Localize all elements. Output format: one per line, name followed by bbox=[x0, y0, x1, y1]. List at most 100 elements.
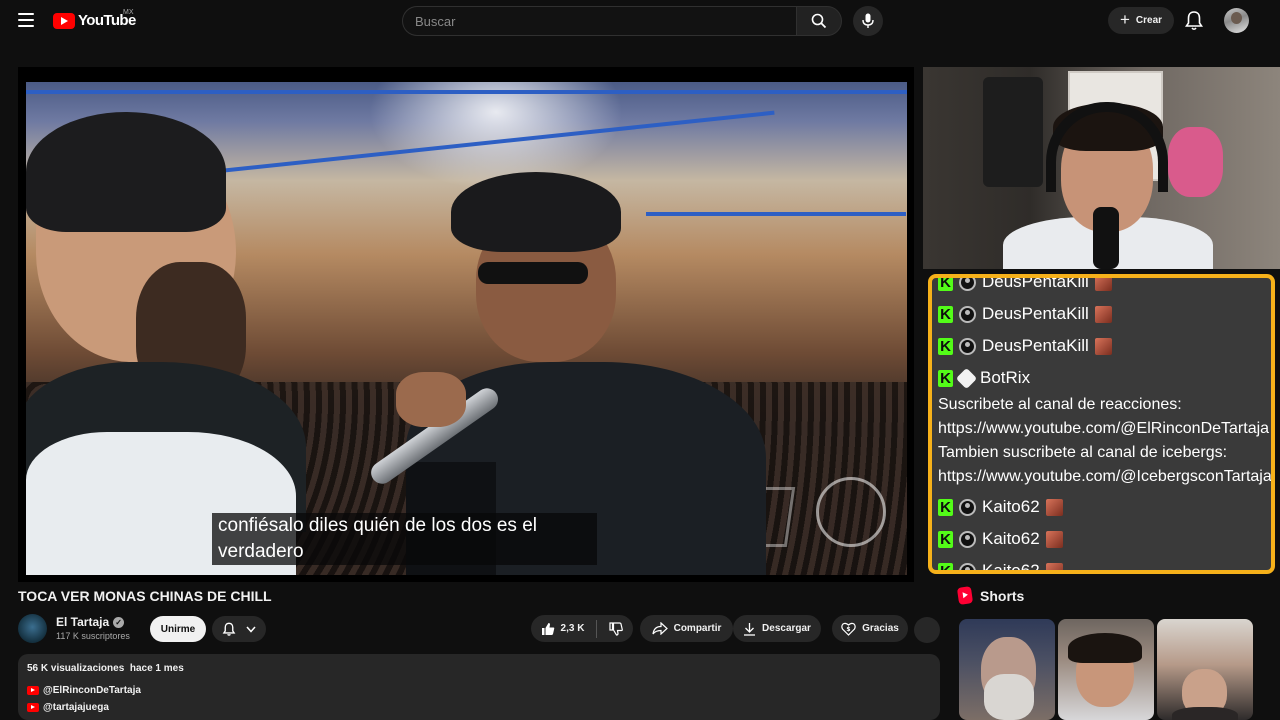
thanks-heart-icon: $ bbox=[841, 622, 856, 636]
download-button[interactable]: Descargar bbox=[733, 615, 821, 642]
user-icon bbox=[959, 498, 976, 516]
link-text[interactable]: @tartajajuega bbox=[43, 702, 109, 713]
share-icon bbox=[651, 622, 668, 635]
bot-message-line: https://www.youtube.com/@ElRinconDeTarta… bbox=[938, 420, 1270, 437]
bot-message-line: Suscribete al canal de reacciones: bbox=[938, 396, 1182, 413]
chat-username: DeusPentaKill bbox=[982, 336, 1089, 355]
chat-message: K BotRix bbox=[938, 362, 1271, 394]
search-box bbox=[402, 6, 796, 36]
youtube-icon bbox=[27, 686, 39, 695]
description-box[interactable]: 56 K visualizaciones hace 1 mes @ElRinco… bbox=[18, 654, 940, 720]
svg-text:$: $ bbox=[847, 626, 851, 633]
share-button[interactable]: Compartir bbox=[640, 615, 733, 642]
chevron-down-icon bbox=[246, 626, 256, 633]
verified-check-icon: ✓ bbox=[113, 616, 125, 628]
kick-icon: K bbox=[938, 305, 953, 323]
top-bar: YouTube MX + Crear bbox=[0, 0, 1280, 44]
search-button[interactable] bbox=[796, 6, 842, 36]
view-stats: 56 K visualizaciones hace 1 mes bbox=[27, 663, 931, 674]
emote-icon bbox=[1045, 562, 1063, 570]
subscription-bell-button[interactable] bbox=[212, 616, 266, 642]
thumbs-up-icon[interactable] bbox=[541, 622, 555, 636]
user-icon bbox=[959, 305, 976, 323]
bell-icon bbox=[222, 622, 236, 636]
share-label: Compartir bbox=[673, 623, 722, 634]
country-code: MX bbox=[123, 9, 134, 16]
chat-username: Kaito62 bbox=[982, 561, 1040, 574]
chat-message: K Kaito62 bbox=[938, 555, 1271, 574]
thanks-label: Gracias bbox=[862, 623, 899, 634]
description-link[interactable]: @ElRinconDeTartaja bbox=[27, 682, 931, 699]
kick-icon: K bbox=[938, 278, 953, 291]
chat-message: K DeusPentaKill bbox=[938, 274, 1271, 298]
short-thumbnail[interactable] bbox=[1058, 619, 1154, 720]
emote-icon bbox=[1094, 305, 1112, 323]
kick-icon: K bbox=[938, 369, 953, 387]
divider bbox=[596, 619, 598, 638]
hand bbox=[396, 372, 466, 427]
menu-icon[interactable] bbox=[18, 13, 34, 27]
channel-name[interactable]: El Tartaja bbox=[56, 615, 109, 629]
user-avatar[interactable] bbox=[1224, 8, 1249, 33]
notifications-bell-icon[interactable] bbox=[1184, 10, 1204, 32]
left-rapper bbox=[26, 102, 326, 575]
video-subtitle: confiésalo diles quién de los dos es el … bbox=[212, 513, 597, 565]
microphone-icon bbox=[862, 13, 874, 28]
search-icon bbox=[811, 13, 827, 29]
chat-username: DeusPentaKill bbox=[982, 304, 1089, 323]
bot-icon bbox=[955, 367, 978, 389]
emote-icon bbox=[1094, 278, 1112, 291]
kick-icon: K bbox=[938, 562, 953, 570]
shorts-title: Shorts bbox=[980, 587, 1025, 604]
kick-icon: K bbox=[938, 498, 953, 516]
chat-username: BotRix bbox=[980, 368, 1031, 387]
create-label: Crear bbox=[1135, 15, 1163, 26]
emote-icon bbox=[1045, 530, 1063, 548]
bot-message-line: https://www.youtube.com/@IcebergsconTart… bbox=[938, 468, 1272, 485]
emote-icon bbox=[1045, 498, 1063, 516]
link-text[interactable]: @ElRinconDeTartaja bbox=[43, 685, 141, 696]
download-label: Descargar bbox=[762, 623, 811, 634]
bot-message-line: Tambien suscribete al canal de icebergs: bbox=[938, 444, 1228, 461]
download-icon bbox=[744, 622, 756, 636]
subscriber-count: 117 K suscriptores bbox=[56, 631, 130, 641]
short-thumbnail[interactable] bbox=[1157, 619, 1253, 720]
plus-icon: + bbox=[1119, 10, 1130, 29]
thumbs-down-icon[interactable] bbox=[609, 621, 624, 636]
kick-icon: K bbox=[938, 337, 953, 355]
view-count: 56 K visualizaciones bbox=[27, 663, 125, 674]
stage-truss bbox=[26, 90, 907, 94]
thanks-button[interactable]: $ Gracias bbox=[832, 615, 908, 642]
video-title: TOCA VER MONAS CHINAS DE CHILL bbox=[18, 588, 272, 604]
chat-message: K DeusPentaKill bbox=[938, 330, 1271, 362]
user-icon bbox=[959, 337, 976, 355]
youtube-icon bbox=[27, 703, 39, 712]
like-dislike-group: 2,3 K bbox=[531, 615, 633, 642]
battle-logo-watermark bbox=[816, 477, 886, 547]
voice-search-button[interactable] bbox=[853, 6, 883, 36]
chat-username: Kaito62 bbox=[982, 529, 1040, 548]
streamer-facecam bbox=[923, 67, 1280, 269]
channel-name-row[interactable]: El Tartaja ✓ bbox=[56, 615, 125, 629]
like-count[interactable]: 2,3 K bbox=[561, 623, 585, 634]
description-link[interactable]: @tartajajuega bbox=[27, 699, 931, 716]
kick-icon: K bbox=[938, 530, 953, 548]
emote-icon bbox=[1094, 337, 1112, 355]
short-thumbnail[interactable] bbox=[959, 619, 1055, 720]
video-frame[interactable] bbox=[26, 82, 907, 575]
more-actions-button[interactable] bbox=[914, 617, 940, 643]
chat-overlay: K DeusPentaKill K DeusPentaKill K DeusPe… bbox=[928, 274, 1275, 574]
create-button[interactable]: + Crear bbox=[1108, 7, 1174, 34]
join-button[interactable]: Unirme bbox=[150, 616, 206, 642]
chat-message: K DeusPentaKill bbox=[938, 298, 1271, 330]
shorts-header: Shorts bbox=[956, 586, 1025, 605]
search-input[interactable] bbox=[403, 7, 796, 35]
shorts-icon bbox=[956, 586, 974, 605]
chat-username: DeusPentaKill bbox=[982, 274, 1089, 291]
user-icon bbox=[959, 278, 976, 291]
upload-date: hace 1 mes bbox=[129, 663, 184, 674]
user-icon bbox=[959, 562, 976, 570]
chat-username: Kaito62 bbox=[982, 497, 1040, 516]
channel-avatar[interactable] bbox=[18, 614, 47, 643]
youtube-logo[interactable]: YouTube MX bbox=[53, 9, 136, 29]
